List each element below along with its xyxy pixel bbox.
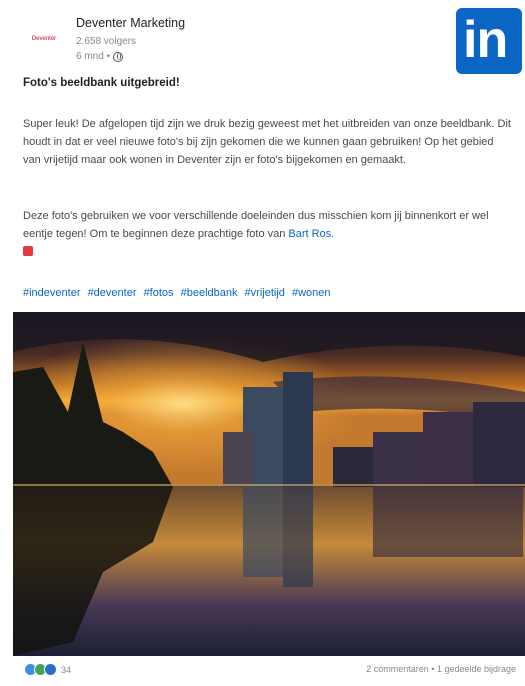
hashtag-link[interactable]: #deventer: [88, 287, 137, 299]
post-footer: 34 2 commentaren • 1 gedeelde bijdrage: [24, 663, 516, 679]
follower-count: 2.658 volgers: [76, 36, 137, 47]
post-header: Deventer Deventer Marketing 2.658 volger…: [22, 14, 512, 74]
hashtag-link[interactable]: #indeventer: [23, 287, 81, 299]
hashtag-link[interactable]: #vrijetijd: [245, 287, 285, 299]
hashtag-link[interactable]: #beeldbank: [181, 287, 238, 299]
reaction-count: 34: [61, 664, 72, 675]
hashtag-link[interactable]: #fotos: [144, 287, 174, 299]
sunset-cityscape-image: [13, 312, 525, 656]
linkedin-logo-text: in: [463, 11, 508, 69]
company-name[interactable]: Deventer Marketing: [76, 16, 185, 30]
post-paragraph-2-text: Deze foto's gebruiken we voor verschille…: [23, 210, 489, 240]
linkedin-logo-icon: in: [456, 8, 522, 74]
reaction-summary[interactable]: 34: [24, 663, 71, 676]
post-title: Foto's beeldbank uitgebreid!: [23, 77, 180, 89]
post-paragraph-2: Deze foto's gebruiken we voor verschille…: [23, 207, 513, 261]
post-time: 6 mnd •: [76, 51, 111, 62]
company-logo[interactable]: Deventer: [22, 22, 66, 56]
post-paragraph-1: Super leuk! De afgelopen tijd zijn we dr…: [23, 118, 511, 166]
post-photo[interactable]: [13, 312, 525, 656]
support-reaction-icon: [44, 663, 57, 676]
post-meta: 6 mnd •: [76, 51, 124, 62]
engagement-stats[interactable]: 2 commentaren • 1 gedeelde bijdrage: [366, 664, 516, 674]
mention-link[interactable]: Bart Ros.: [288, 228, 334, 240]
globe-icon: [113, 51, 124, 62]
heart-emoji-icon: [23, 246, 33, 256]
hashtag-list: #indeventer #deventer #fotos #beeldbank …: [23, 287, 335, 299]
company-logo-text: Deventer: [31, 35, 57, 42]
hashtag-link[interactable]: #wonen: [292, 287, 331, 299]
